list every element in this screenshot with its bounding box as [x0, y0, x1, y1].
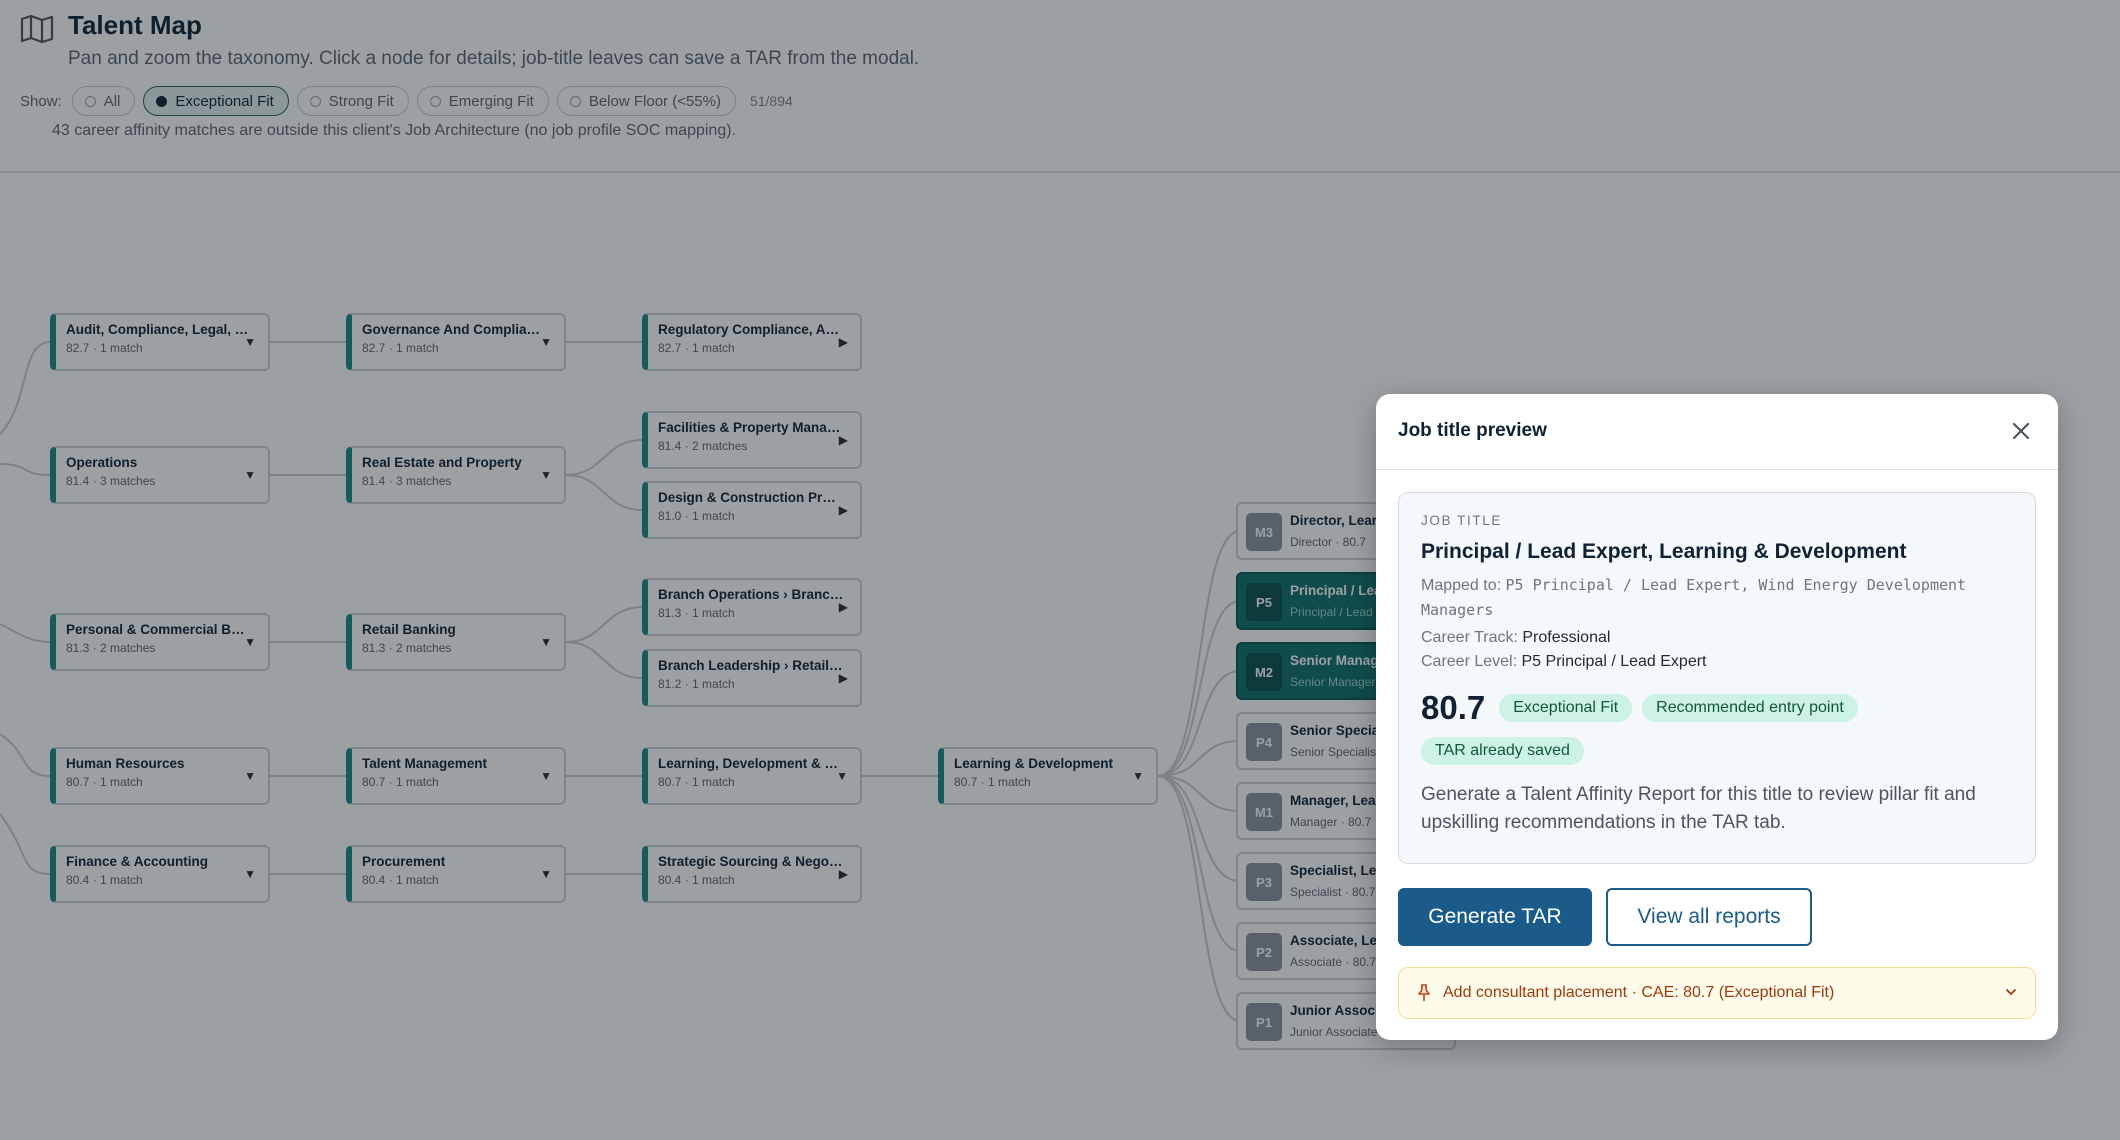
chevron-down-icon [2006, 989, 2016, 996]
career-track: Career Track: Professional [1421, 629, 1611, 646]
close-icon [2012, 422, 2030, 440]
modal-title: Job title preview [1398, 420, 1547, 441]
affinity-score: 80.7 [1421, 689, 1486, 726]
fit-badge: Exceptional Fit [1499, 694, 1633, 722]
pin-icon [1418, 984, 1430, 1001]
generate-tar-button[interactable]: Generate TAR [1398, 888, 1592, 946]
modal-header: Job title preview [1376, 394, 2058, 470]
job-title-preview-modal: Job title preview JOB TITLE Principal / … [1376, 394, 2058, 1040]
view-all-reports-button[interactable]: View all reports [1606, 888, 1812, 946]
job-title-eyebrow: JOB TITLE [1421, 513, 1502, 528]
tar-description: Generate a Talent Affinity Report for th… [1421, 784, 1976, 833]
job-detail-card: JOB TITLE Principal / Lead Expert, Learn… [1398, 492, 2036, 864]
mapped-to: Mapped to: P5 Principal / Lead Expert, W… [1421, 576, 1967, 619]
tar-saved-badge: TAR already saved [1421, 737, 1584, 765]
add-consultant-placement[interactable]: Add consultant placement · CAE: 80.7 (Ex… [1398, 967, 2036, 1019]
placement-label: Add consultant placement · CAE: 80.7 (Ex… [1443, 984, 1835, 1001]
close-button[interactable] [2006, 416, 2036, 446]
recommended-entry-badge: Recommended entry point [1642, 694, 1858, 722]
job-title: Principal / Lead Expert, Learning & Deve… [1421, 540, 1907, 563]
mapped-to-value: P5 Principal / Lead Expert, Wind Energy … [1421, 576, 1967, 619]
score-row: 80.7 Exceptional Fit Recommended entry p… [1421, 689, 2013, 727]
career-level: Career Level: P5 Principal / Lead Expert [1421, 653, 1707, 670]
